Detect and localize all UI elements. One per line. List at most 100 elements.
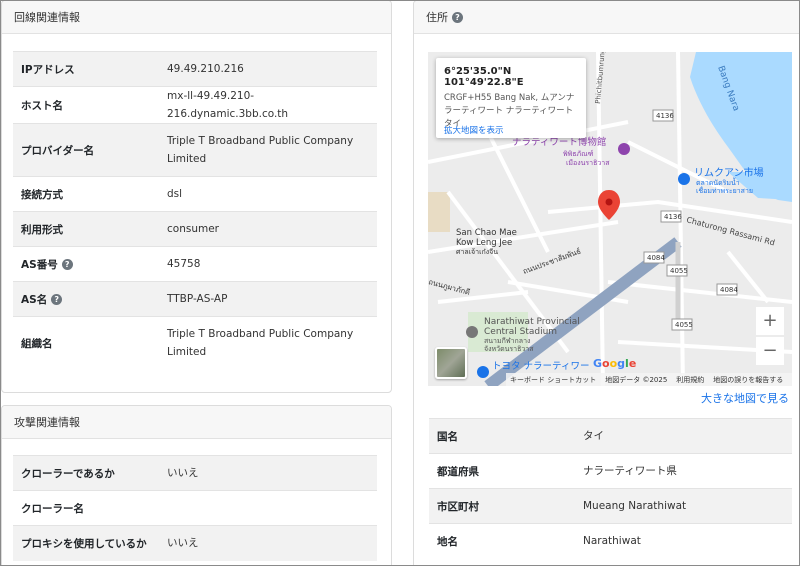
row-key: 接続方式 bbox=[13, 176, 159, 212]
table-row: プロバイダー名 Triple T Broadband Public Compan… bbox=[13, 123, 377, 177]
car-dealer-icon bbox=[477, 366, 489, 378]
map-info-popup: 6°25'35.0"N 101°49'22.8"E CRGF+H55 Bang … bbox=[436, 58, 586, 138]
zoom-in-button[interactable]: + bbox=[756, 307, 784, 335]
table-row: AS名? TTBP-AS-AP bbox=[13, 281, 377, 317]
row-key: 地名 bbox=[429, 523, 575, 559]
terms-link[interactable]: 利用規約 bbox=[676, 375, 704, 385]
row-value: dsl bbox=[159, 176, 377, 212]
popup-coordinates: 6°25'35.0"N 101°49'22.8"E bbox=[444, 66, 524, 88]
label-stadium1: Narathiwat Provincial bbox=[484, 317, 580, 327]
big-map-link[interactable]: 大きな地図で見る bbox=[701, 390, 789, 406]
area-shape bbox=[428, 192, 450, 232]
row-key: 国名 bbox=[429, 418, 575, 454]
table-row: 市区町村 Mueang Narathiwat bbox=[429, 488, 792, 524]
label-museum-th1: พิพิธภัณฑ์ bbox=[563, 150, 594, 158]
shopping-cart-icon bbox=[678, 173, 690, 185]
satellite-toggle-thumbnail[interactable] bbox=[435, 347, 467, 379]
shield-4136: 4136 bbox=[664, 213, 682, 221]
map-footer: キーボード ショートカット 地図データ ©2025 利用規約 地図の誤りを報告す… bbox=[506, 373, 792, 386]
label-temple1: San Chao Mae bbox=[456, 228, 517, 238]
attack-info-title: 攻撃関連情報 bbox=[14, 416, 80, 429]
attack-info-header: 攻撃関連情報 bbox=[2, 406, 391, 439]
row-key: クローラー名 bbox=[13, 490, 159, 526]
row-value: 45758 bbox=[159, 246, 377, 282]
table-row: 組織名 Triple T Broadband Public Company Li… bbox=[13, 316, 377, 370]
table-row: 都道府県 ナラーティワート県 bbox=[429, 453, 792, 489]
google-map[interactable]: 4136 4136 4084 4055 4084 4055 Bang Nara … bbox=[428, 52, 792, 386]
table-row: クローラー名 bbox=[13, 490, 377, 526]
network-info-header: 回線関連情報 bbox=[2, 1, 391, 34]
row-key: 都道府県 bbox=[429, 453, 575, 489]
network-info-table: IPアドレス 49.49.210.216 ホスト名 mx-ll-49.49.21… bbox=[13, 51, 377, 370]
row-value: いいえ bbox=[159, 455, 377, 491]
zoom-out-button[interactable]: − bbox=[756, 337, 784, 365]
label-road-th1: ถนนประชาสัมพันธ์ bbox=[522, 247, 582, 276]
row-key: クローラーであるか bbox=[13, 455, 159, 491]
row-value: いいえ bbox=[159, 525, 377, 561]
label-road-phichit: Phichitbumrung Rd bbox=[594, 52, 608, 104]
shield-4055-bottom: 4055 bbox=[675, 321, 693, 329]
row-value bbox=[159, 490, 377, 526]
table-row: IPアドレス 49.49.210.216 bbox=[13, 51, 377, 87]
map-data-credit: 地図データ ©2025 bbox=[605, 375, 668, 384]
row-key: IPアドレス bbox=[13, 51, 159, 87]
table-row: 地名 Narathiwat bbox=[429, 523, 792, 559]
row-key: AS名? bbox=[13, 281, 159, 317]
view-larger-map-link[interactable]: 拡大地図を表示 bbox=[444, 124, 504, 136]
network-info-title: 回線関連情報 bbox=[14, 11, 80, 24]
label-road-th2: ถนนภูผาภักดี bbox=[428, 277, 471, 297]
row-value: Triple T Broadband Public Company Limite… bbox=[159, 123, 377, 177]
label-stadium-th1: สนามกีฬากลาง bbox=[484, 337, 530, 345]
question-circle-icon[interactable]: ? bbox=[61, 259, 73, 270]
row-key: 市区町村 bbox=[429, 488, 575, 524]
museum-icon bbox=[618, 143, 630, 155]
label-stadium-th2: จังหวัดนราธิวาส bbox=[484, 345, 534, 353]
row-value: Triple T Broadband Public Company Limite… bbox=[159, 316, 377, 370]
label-temple-th: ศาลเจ้าเก๋งจีน bbox=[456, 248, 498, 256]
row-value: mx-ll-49.49.210-216.dynamic.3bb.co.th bbox=[159, 86, 377, 124]
row-value: タイ bbox=[575, 418, 792, 454]
label-stadium2: Central Stadium bbox=[484, 327, 557, 337]
page-frame: 回線関連情報 IPアドレス 49.49.210.216 ホスト名 mx-ll-4… bbox=[0, 0, 800, 566]
row-key: 利用形式 bbox=[13, 211, 159, 247]
table-row: 接続方式 dsl bbox=[13, 176, 377, 212]
attack-info-table: クローラーであるか いいえ クローラー名 プロキシを使用しているか いいえ bbox=[13, 455, 377, 561]
shield-4084: 4084 bbox=[647, 254, 665, 262]
address-header: 住所 ? bbox=[414, 1, 799, 34]
table-row: クローラーであるか いいえ bbox=[13, 455, 377, 491]
row-key: プロキシを使用しているか bbox=[13, 525, 159, 561]
address-title: 住所 bbox=[426, 11, 448, 24]
row-value: TTBP-AS-AP bbox=[159, 281, 377, 317]
shield-4084-right: 4084 bbox=[720, 286, 738, 294]
row-key-label: AS名 bbox=[21, 293, 48, 306]
label-market-th2: เชื่อมท่าพระยาสาย bbox=[696, 186, 753, 195]
label-road-chaturong: Chaturong Rassami Rd bbox=[685, 215, 775, 247]
row-key: ホスト名 bbox=[13, 86, 159, 124]
question-circle-icon[interactable]: ? bbox=[51, 294, 63, 305]
label-museum-th2: เมืองนราธิวาส bbox=[566, 159, 610, 167]
stadium-icon bbox=[466, 326, 478, 338]
row-value: consumer bbox=[159, 211, 377, 247]
row-value: Narathiwat bbox=[575, 523, 792, 559]
row-value: Mueang Narathiwat bbox=[575, 488, 792, 524]
question-circle-icon[interactable]: ? bbox=[452, 11, 463, 23]
row-key: プロバイダー名 bbox=[13, 123, 159, 177]
label-toyota: トヨタ ナラーティワー bbox=[492, 361, 589, 372]
row-key-label: AS番号 bbox=[21, 258, 58, 271]
table-row: 利用形式 consumer bbox=[13, 211, 377, 247]
row-key: 組織名 bbox=[13, 316, 159, 370]
report-error-link[interactable]: 地図の誤りを報告する bbox=[713, 375, 783, 385]
row-value: 49.49.210.216 bbox=[159, 51, 377, 87]
address-table: 国名 タイ 都道府県 ナラーティワート県 市区町村 Mueang Narathi… bbox=[429, 418, 792, 559]
shield-4055: 4055 bbox=[670, 267, 688, 275]
table-row: AS番号? 45758 bbox=[13, 246, 377, 282]
label-market: リムクアン市場 bbox=[694, 166, 764, 179]
keyboard-shortcuts-link[interactable]: キーボード ショートカット bbox=[510, 375, 596, 385]
table-row: ホスト名 mx-ll-49.49.210-216.dynamic.3bb.co.… bbox=[13, 86, 377, 124]
shield-4136-top: 4136 bbox=[656, 112, 674, 120]
table-row: 国名 タイ bbox=[429, 418, 792, 454]
row-key: AS番号? bbox=[13, 246, 159, 282]
table-row: プロキシを使用しているか いいえ bbox=[13, 525, 377, 561]
row-value: ナラーティワート県 bbox=[575, 453, 792, 489]
label-temple2: Kow Leng Jee bbox=[456, 238, 512, 248]
